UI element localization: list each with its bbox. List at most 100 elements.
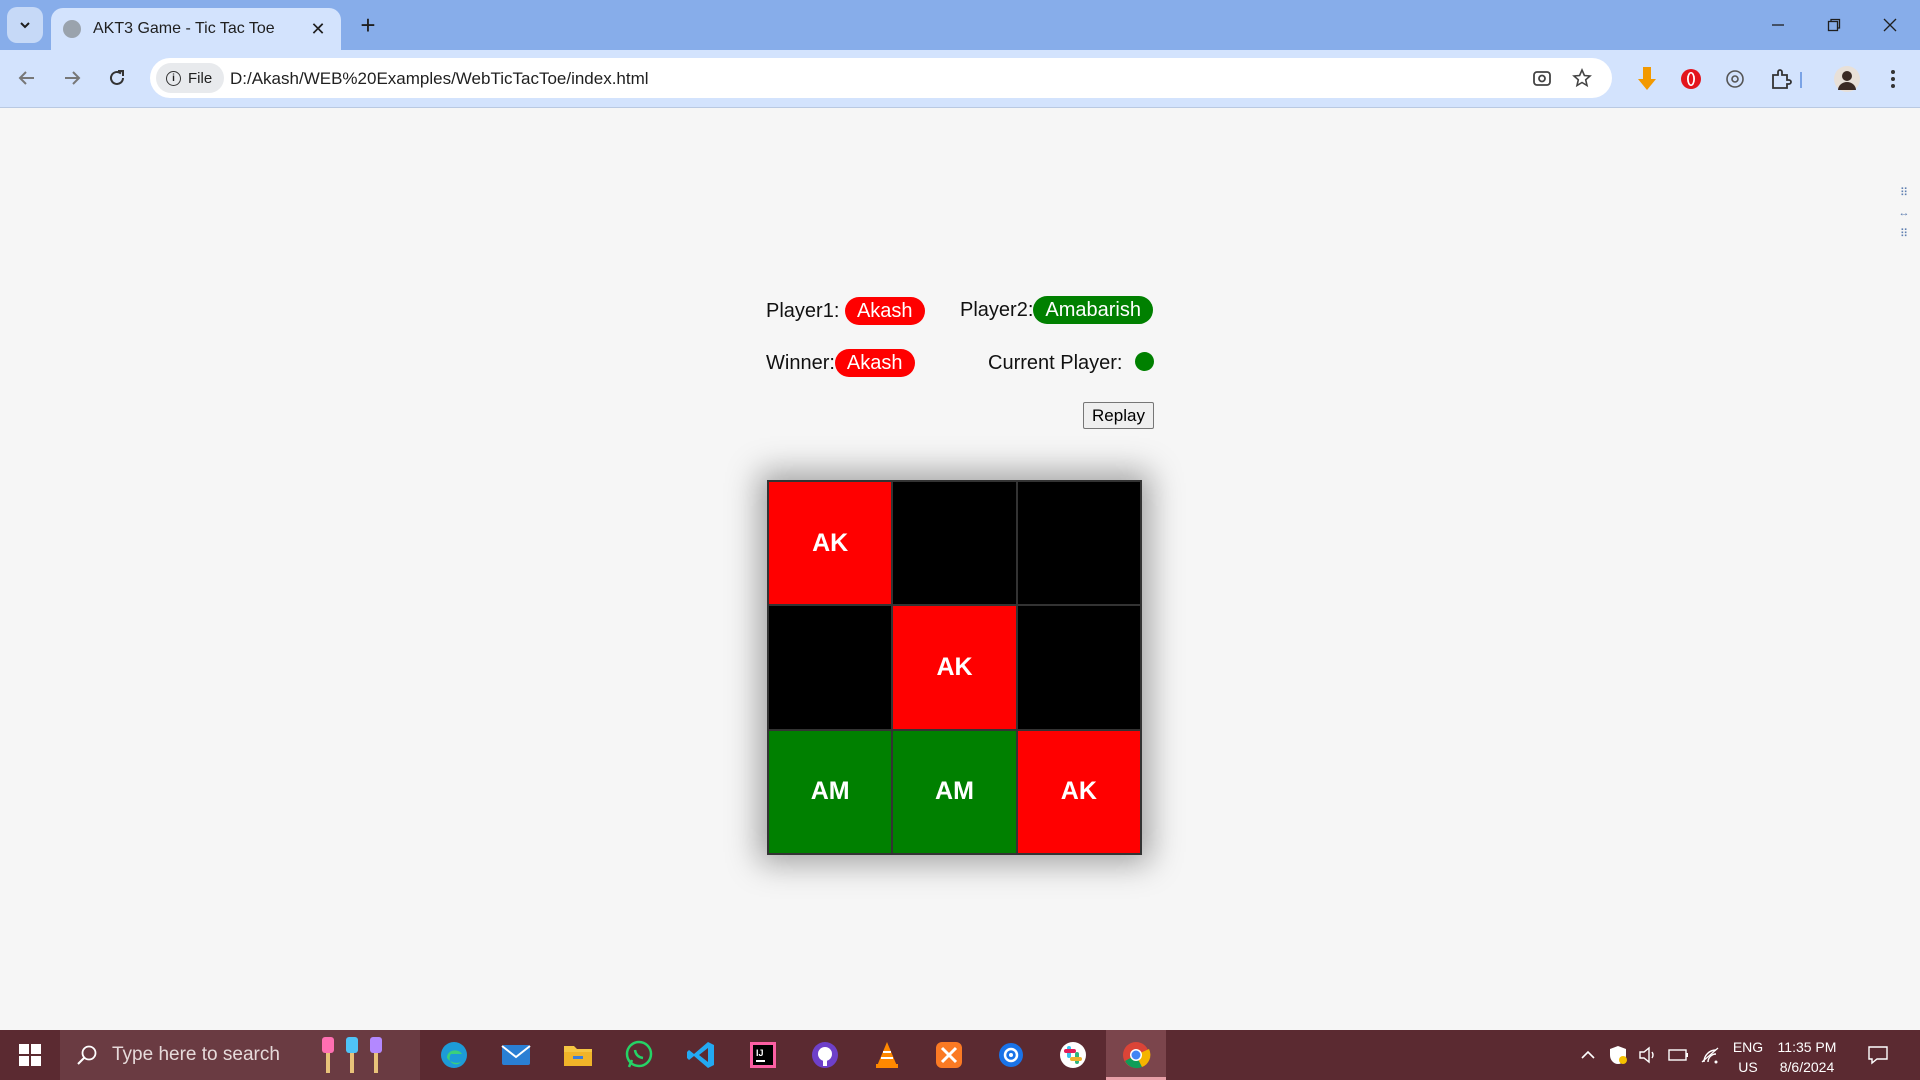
tab-title: AKT3 Game - Tic Tac Toe	[93, 20, 275, 37]
vscode-icon	[687, 1042, 714, 1068]
taskbar-github[interactable]	[807, 1038, 843, 1072]
windows-taskbar: Type here to search IJ ENG US 11:35 PM 8…	[0, 1030, 1920, 1080]
action-center-button[interactable]	[1867, 1030, 1889, 1080]
grip-dots-icon: ⠿	[1899, 187, 1909, 199]
menu-kebab-icon[interactable]	[1878, 64, 1908, 94]
board-cell[interactable]: AK	[893, 606, 1016, 729]
taskbar-search[interactable]: Type here to search	[60, 1030, 420, 1080]
new-tab-button[interactable]: +	[352, 9, 384, 41]
input-language[interactable]: ENG US	[1728, 1037, 1768, 1077]
player2-name-badge: Amabarish	[1033, 296, 1153, 324]
browser-tab-strip: AKT3 Game - Tic Tac Toe ✕ +	[0, 0, 1920, 50]
board-cell[interactable]: AK	[769, 482, 892, 605]
game-board: AK AK AM AM AK	[767, 480, 1142, 855]
close-window-button[interactable]	[1862, 0, 1918, 50]
taskbar-mail[interactable]	[498, 1038, 534, 1072]
board-cell[interactable]: AK	[1017, 730, 1140, 853]
taskbar-slack[interactable]	[1055, 1038, 1091, 1072]
taskbar-edge[interactable]	[436, 1038, 472, 1072]
board-cell[interactable]	[1017, 606, 1140, 729]
back-button[interactable]	[9, 60, 45, 96]
tray-battery[interactable]	[1668, 1030, 1690, 1080]
player1-name-badge: Akash	[844, 297, 925, 325]
tab-search-button[interactable]	[7, 7, 43, 43]
puzzle-extensions-icon[interactable]	[1766, 64, 1796, 94]
restore-button[interactable]	[1806, 0, 1862, 50]
board-cell[interactable]: AM	[893, 730, 1016, 853]
current-player-label: Current Player:	[988, 352, 1123, 374]
winner-info: Winner: Akash	[766, 349, 915, 377]
board-cell[interactable]	[1017, 482, 1140, 605]
mail-icon	[501, 1045, 531, 1065]
slack-icon	[1060, 1042, 1086, 1068]
download-extension-icon[interactable]	[1632, 64, 1662, 94]
opera-extension-icon[interactable]	[1676, 64, 1706, 94]
shield-icon	[1610, 1046, 1627, 1064]
bookmark-star-icon[interactable]	[1570, 66, 1594, 90]
search-icon	[77, 1045, 97, 1065]
winner-label: Winner:	[766, 352, 835, 374]
taskbar-whatsapp[interactable]	[621, 1038, 657, 1072]
chip-label: File	[188, 69, 213, 87]
taskbar-vscode[interactable]	[683, 1038, 719, 1072]
browser-tab-active[interactable]: AKT3 Game - Tic Tac Toe ✕	[51, 8, 341, 50]
player1-label: Player1:	[766, 300, 840, 322]
forward-button[interactable]	[54, 60, 90, 96]
close-icon	[1883, 18, 1897, 32]
restore-icon	[1827, 18, 1841, 32]
github-icon	[812, 1042, 838, 1068]
side-panel-handle[interactable]: ⠿ ↔ ⠿	[1893, 186, 1915, 256]
globe-icon	[63, 20, 81, 38]
toolbar-divider	[1800, 72, 1804, 88]
lang-code: ENG	[1732, 1039, 1764, 1055]
taskbar-chrome[interactable]	[1118, 1038, 1154, 1072]
tray-volume[interactable]	[1638, 1030, 1658, 1080]
player1-info: Player1: Akash	[766, 297, 925, 325]
player2-info: Player2: Amabarish	[960, 296, 1153, 324]
address-bar[interactable]: i File D:/Akash/WEB%20Examples/WebTicTac…	[150, 58, 1612, 98]
minimize-button[interactable]	[1750, 0, 1806, 50]
volume-icon	[1639, 1046, 1654, 1064]
brushes-icon	[321, 1037, 382, 1073]
current-player-indicator	[1135, 352, 1154, 371]
reload-button[interactable]	[99, 60, 135, 96]
whatsapp-icon	[625, 1040, 653, 1068]
minimize-icon	[1772, 24, 1784, 26]
start-button[interactable]	[10, 1040, 50, 1070]
profile-avatar[interactable]	[1832, 64, 1862, 94]
settings-extension-icon[interactable]	[1720, 64, 1750, 94]
taskbar-xampp[interactable]	[931, 1038, 967, 1072]
clock-date: 8/6/2024	[1779, 1059, 1835, 1075]
resize-arrows-icon: ↔	[1898, 207, 1910, 219]
board-cell[interactable]	[769, 606, 892, 729]
chrome-icon	[1123, 1042, 1151, 1069]
url-text[interactable]: D:/Akash/WEB%20Examples/WebTicTacToe/ind…	[230, 69, 649, 89]
close-tab-icon[interactable]: ✕	[307, 19, 329, 40]
tray-defender[interactable]	[1609, 1030, 1627, 1080]
taskbar-file-explorer[interactable]	[560, 1038, 596, 1072]
browser-toolbar: i File D:/Akash/WEB%20Examples/WebTicTac…	[0, 50, 1920, 108]
folder-icon	[564, 1046, 592, 1066]
taskbar-intellij[interactable]: IJ	[745, 1038, 781, 1072]
taskbar-settings-app[interactable]	[993, 1038, 1029, 1072]
windows-logo-icon	[19, 1044, 41, 1066]
arrow-right-icon	[65, 71, 81, 85]
gear-icon	[999, 1043, 1023, 1067]
taskbar-vlc[interactable]	[869, 1038, 905, 1072]
site-info-chip[interactable]: i File	[156, 63, 224, 93]
replay-button[interactable]: Replay	[1083, 402, 1154, 429]
reload-icon	[110, 70, 124, 85]
lang-region: US	[1738, 1059, 1758, 1075]
tray-wifi[interactable]	[1700, 1030, 1720, 1080]
notification-icon	[1868, 1046, 1888, 1065]
edge-icon	[441, 1042, 467, 1068]
lens-icon[interactable]	[1530, 66, 1554, 90]
arrow-left-icon	[18, 71, 34, 85]
board-cell[interactable]: AM	[769, 730, 892, 853]
tray-overflow-chevron[interactable]	[1580, 1030, 1596, 1080]
winner-name-badge: Akash	[834, 349, 915, 377]
player2-label: Player2:	[960, 299, 1034, 321]
board-cell[interactable]	[893, 482, 1016, 605]
grip-dots-icon: ⠿	[1899, 228, 1909, 240]
system-clock[interactable]: 11:35 PM 8/6/2024	[1768, 1037, 1846, 1077]
